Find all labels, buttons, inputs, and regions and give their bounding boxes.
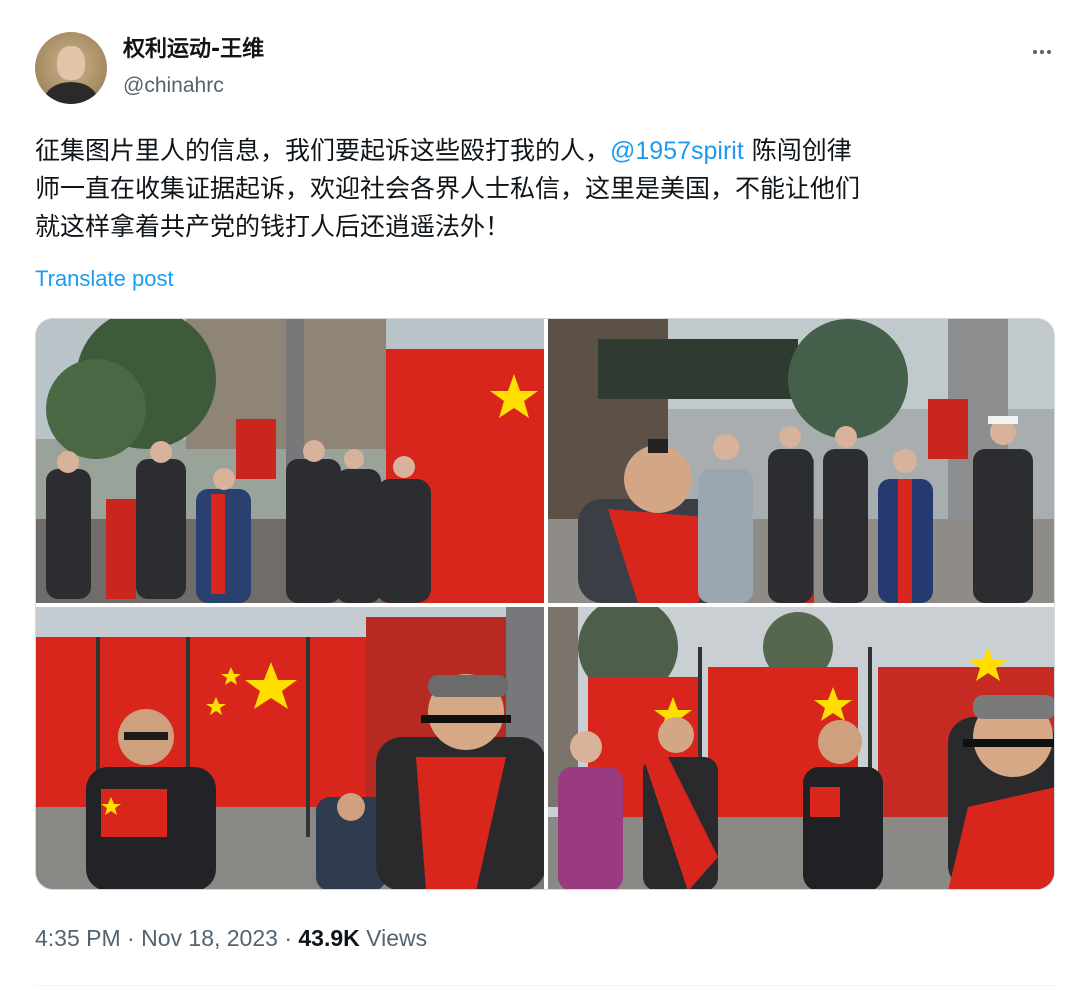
meta-separator: · xyxy=(120,925,142,951)
views-count: 43.9K xyxy=(298,925,360,951)
photo-4-image xyxy=(548,607,1054,889)
tweet-metadata: 4:35 PM · Nov 18, 2023 · 43.9K Views xyxy=(35,922,427,954)
photo-1-image xyxy=(36,319,544,603)
post-time-link[interactable]: 4:35 PM xyxy=(35,925,121,951)
photo-2-image xyxy=(548,319,1054,603)
tweet-line-3: 就这样拿着共产党的钱打人后还逍遥法外！ xyxy=(35,212,511,241)
translate-post-link[interactable]: Translate post xyxy=(35,266,174,292)
tweet-text-part: 征集图片里人的信息，我们要起诉这些殴打我的人， xyxy=(35,136,611,165)
photo-2[interactable] xyxy=(548,319,1054,603)
divider xyxy=(35,985,1055,986)
tweet-line-2: 师一直在收集证据起诉，欢迎社会各界人士私信，这里是美国，不能让他们 xyxy=(35,174,861,203)
photo-1[interactable] xyxy=(36,319,544,603)
author-handle[interactable]: @chinahrc xyxy=(123,72,224,100)
photo-3[interactable] xyxy=(36,607,544,889)
views-label: Views xyxy=(359,925,428,951)
more-horizontal-icon-dot xyxy=(1040,50,1044,54)
photo-3-image xyxy=(36,607,544,889)
post-date-link[interactable]: Nov 18, 2023 xyxy=(141,925,278,951)
tweet-text: 征集图片里人的信息，我们要起诉这些殴打我的人，@1957spirit 陈闯创律 … xyxy=(35,132,1055,246)
tweet-line-1: 征集图片里人的信息，我们要起诉这些殴打我的人，@1957spirit 陈闯创律 xyxy=(35,132,1055,170)
meta-separator: · xyxy=(277,925,299,951)
more-options-button[interactable] xyxy=(1022,38,1062,66)
tweet-text-part: 陈闯创律 xyxy=(743,136,852,165)
avatar-body xyxy=(45,82,97,104)
photo-4[interactable] xyxy=(548,607,1054,889)
more-horizontal-icon xyxy=(1033,50,1037,54)
mention-link[interactable]: @1957spirit xyxy=(610,137,744,165)
avatar-head xyxy=(57,46,85,80)
more-horizontal-icon-dot xyxy=(1047,50,1051,54)
author-display-name[interactable]: 权利运动-王维 xyxy=(123,36,264,64)
avatar[interactable] xyxy=(35,32,107,104)
media-grid xyxy=(35,318,1055,890)
